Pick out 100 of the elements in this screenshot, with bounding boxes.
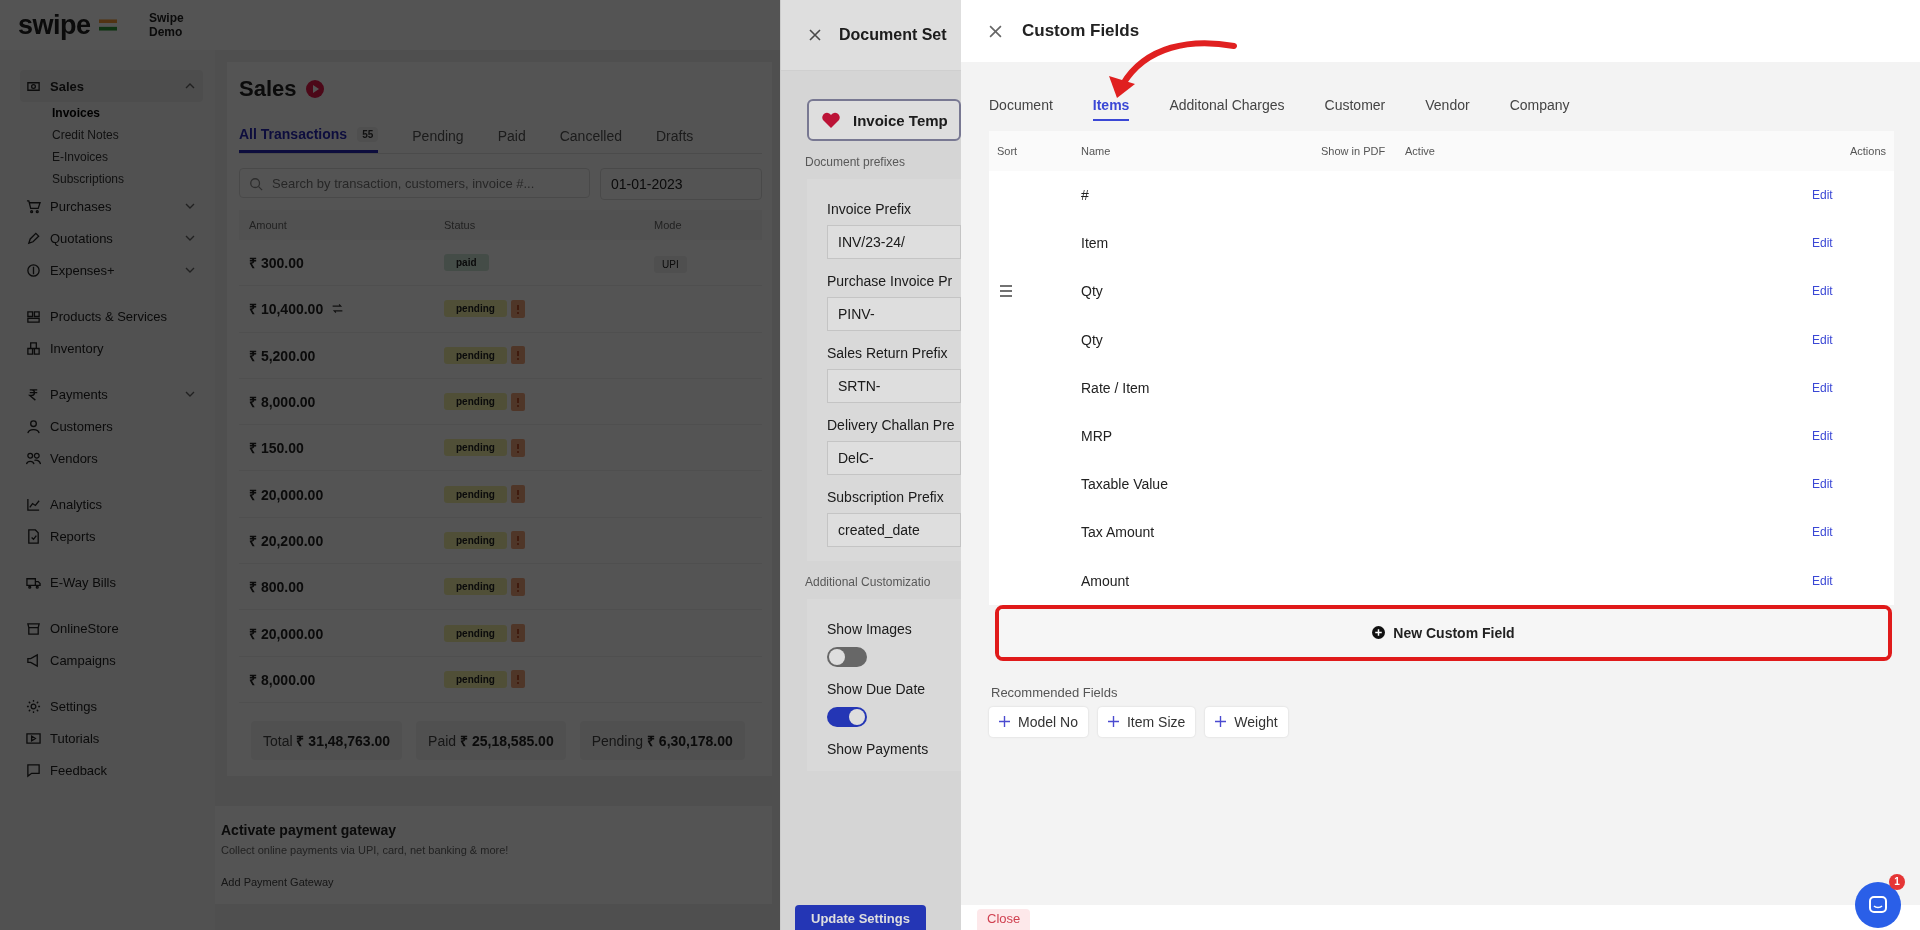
plus-icon bbox=[1107, 716, 1119, 728]
flag-icon bbox=[98, 19, 117, 31]
sidebar-item[interactable]: Products & Services bbox=[20, 300, 203, 332]
field-name: Amount bbox=[1081, 572, 1131, 589]
amount-cell-text: ₹ 20,200.00 bbox=[249, 531, 324, 550]
input-field[interactable]: INV/23-24/ bbox=[827, 225, 961, 259]
sidebar-item[interactable]: Analytics bbox=[20, 488, 203, 520]
sidebar-item[interactable]: Settings bbox=[20, 690, 203, 722]
add-field-button[interactable]: Weight bbox=[1205, 706, 1288, 737]
amount-cell-text: ₹ 10,400.00 bbox=[249, 300, 324, 319]
plus-icon bbox=[1215, 716, 1227, 728]
sidebar-item[interactable]: Tutorials bbox=[20, 722, 203, 754]
sidebar-item[interactable]: Purchases bbox=[20, 190, 203, 222]
field-name: Qty bbox=[1081, 331, 1104, 348]
close-icon[interactable] bbox=[989, 24, 1002, 38]
sidebar-subitem[interactable]: Subscriptions bbox=[20, 168, 203, 190]
field-label: Sales Return Prefix bbox=[827, 345, 949, 361]
section-title: Recommended Fields bbox=[991, 684, 1119, 700]
amount-cell-text: ₹ 300.00 bbox=[249, 254, 304, 273]
field-name: Tax Amount bbox=[1081, 524, 1156, 541]
tab[interactable]: All Transactions 55 bbox=[239, 118, 379, 153]
field-label: Show Payments bbox=[827, 741, 930, 757]
boxes-icon bbox=[26, 340, 41, 356]
play-icon bbox=[26, 730, 41, 746]
sidebar-item[interactable]: Feedback bbox=[20, 754, 203, 786]
tab[interactable]: Items bbox=[1092, 97, 1130, 121]
alert-icon bbox=[510, 670, 525, 689]
field-label: Invoice Prefix bbox=[827, 201, 913, 217]
add-field-button[interactable]: Item Size bbox=[1097, 706, 1196, 737]
template-button[interactable]: Invoice Temp bbox=[807, 99, 961, 141]
sidebar-item[interactable]: OnlineStore bbox=[20, 612, 203, 644]
sidebar-subitem[interactable]: Credit Notes bbox=[20, 124, 203, 146]
field-label: Show Due Date bbox=[827, 681, 927, 697]
gateway-link[interactable]: Add Payment Gateway bbox=[221, 875, 766, 888]
field-label: Purchase Invoice Pr bbox=[827, 273, 954, 289]
tab[interactable]: Additonal Charges bbox=[1169, 97, 1285, 121]
field-label: Subscription Prefix bbox=[827, 489, 945, 505]
alert-icon bbox=[510, 531, 525, 550]
amount-cell-text: ₹ 8,000.00 bbox=[249, 670, 316, 689]
input-field[interactable]: SRTN- bbox=[827, 369, 961, 403]
sidebar-subitem[interactable]: Invoices bbox=[20, 102, 203, 124]
field-name: Rate / Item bbox=[1081, 379, 1151, 396]
date-field[interactable]: 01-01-2023 bbox=[600, 168, 762, 200]
sidebar-item[interactable]: Sales bbox=[20, 70, 203, 102]
input-field[interactable]: PINV- bbox=[827, 297, 961, 331]
edit-link[interactable]: Edit bbox=[1812, 573, 1894, 588]
close-button[interactable]: Close bbox=[977, 909, 1031, 930]
field-name: MRP bbox=[1081, 428, 1114, 445]
tab[interactable]: Pending bbox=[412, 118, 464, 153]
sidebar-subitem[interactable]: E-Invoices bbox=[20, 146, 203, 168]
edit-link[interactable]: Edit bbox=[1812, 284, 1894, 299]
heart-icon bbox=[821, 111, 841, 129]
sidebar-item[interactable]: Inventory bbox=[20, 332, 203, 364]
edit-link[interactable]: Edit bbox=[1812, 380, 1894, 395]
page-title: Sales bbox=[239, 76, 297, 102]
add-field-button[interactable]: Model No bbox=[989, 706, 1088, 737]
panel-title: Document Set bbox=[839, 26, 947, 44]
store-icon bbox=[26, 620, 41, 636]
tab[interactable]: Company bbox=[1509, 97, 1570, 121]
input-field[interactable]: created_date bbox=[827, 513, 961, 547]
chat-icon bbox=[26, 762, 41, 778]
sidebar-item[interactable]: Vendors bbox=[20, 442, 203, 474]
tab[interactable]: Drafts bbox=[655, 118, 694, 153]
edit-link[interactable]: Edit bbox=[1812, 429, 1894, 444]
amount-cell-text: ₹ 150.00 bbox=[249, 439, 304, 458]
alert-icon bbox=[510, 577, 525, 596]
total-summary: Pending ₹ 6,30,178.00 bbox=[579, 720, 745, 760]
logo[interactable]: swipe bbox=[18, 9, 91, 41]
toggle-switch[interactable] bbox=[827, 707, 867, 727]
toggle-switch[interactable] bbox=[827, 647, 867, 667]
sidebar-item[interactable]: Expenses+ bbox=[20, 254, 203, 286]
tab[interactable]: Vendor bbox=[1425, 97, 1470, 121]
sidebar-item[interactable]: Customers bbox=[20, 410, 203, 442]
gateway-title: Activate payment gateway bbox=[221, 821, 398, 838]
amount-cell-text: ₹ 20,000.00 bbox=[249, 485, 324, 504]
close-icon[interactable] bbox=[809, 29, 821, 41]
drag-handle-icon[interactable] bbox=[999, 285, 1013, 298]
edit-link[interactable]: Edit bbox=[1812, 525, 1894, 540]
tab[interactable]: Document bbox=[989, 97, 1053, 121]
sidebar-item[interactable]: Payments bbox=[20, 378, 203, 410]
new-field-button[interactable]: New Custom Field bbox=[999, 608, 1888, 657]
alert-icon bbox=[510, 346, 525, 365]
business-name[interactable]: Swipe Demo bbox=[149, 11, 215, 39]
sidebar-item[interactable]: Quotations bbox=[20, 222, 203, 254]
amount-cell-text: ₹ 5,200.00 bbox=[249, 346, 316, 365]
count-badge: 55 bbox=[357, 126, 379, 142]
tab[interactable]: Customer bbox=[1324, 97, 1386, 121]
document-icon bbox=[26, 528, 41, 544]
edit-link[interactable]: Edit bbox=[1812, 332, 1894, 347]
input-field[interactable]: DelC- bbox=[827, 441, 961, 475]
tab[interactable]: Cancelled bbox=[559, 118, 622, 153]
sidebar-item[interactable]: Campaigns bbox=[20, 644, 203, 676]
sidebar-item[interactable]: Reports bbox=[20, 520, 203, 552]
edit-link[interactable]: Edit bbox=[1812, 477, 1894, 492]
sidebar-item[interactable]: E-Way Bills bbox=[20, 566, 203, 598]
chat-icon bbox=[1868, 895, 1888, 915]
edit-link[interactable]: Edit bbox=[1812, 236, 1894, 251]
tab[interactable]: Paid bbox=[497, 118, 526, 153]
edit-link[interactable]: Edit bbox=[1812, 188, 1894, 203]
update-button[interactable]: Update Settings bbox=[795, 905, 926, 930]
